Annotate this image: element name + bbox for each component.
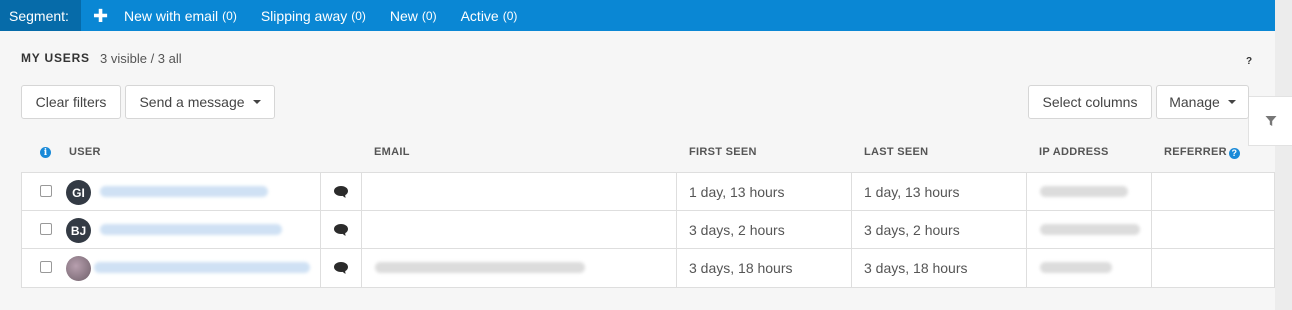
page-title: MY USERS	[21, 51, 90, 65]
column-header-referrer[interactable]: REFERRER?	[1164, 146, 1240, 159]
first-seen-cell: 3 days, 18 hours	[689, 260, 793, 276]
segment-item-label: New	[389, 7, 418, 24]
first-seen-cell: 3 days, 2 hours	[689, 221, 785, 238]
user-name-link-redacted[interactable]	[100, 186, 268, 197]
row-checkbox[interactable]	[40, 185, 52, 197]
column-divider	[1026, 173, 1027, 210]
column-divider	[1151, 173, 1152, 210]
manage-dropdown[interactable]: Manage	[1156, 85, 1249, 119]
table-row[interactable]: 3 days, 18 hours 3 days, 18 hours	[22, 249, 1274, 287]
column-divider	[361, 249, 362, 287]
segment-new[interactable]: New (0)	[390, 8, 437, 24]
segment-new-with-email[interactable]: New with email (0)	[124, 8, 237, 24]
segment-slipping-away[interactable]: Slipping away (0)	[261, 8, 366, 24]
select-columns-label: Select columns	[1042, 94, 1138, 110]
segment-item-count: (0)	[222, 8, 237, 23]
column-divider	[361, 173, 362, 210]
visible-count: 3 visible / 3 all	[100, 51, 182, 66]
email-redacted	[375, 262, 585, 273]
help-icon[interactable]: ?	[1228, 147, 1240, 159]
users-table: GI 1 day, 13 hours 1 day, 13 hours BJ 3 …	[21, 172, 1275, 288]
column-header-first-seen[interactable]: FIRST SEEN	[689, 146, 757, 158]
column-header-last-seen[interactable]: LAST SEEN	[864, 146, 928, 158]
avatar: BJ	[66, 218, 91, 243]
row-checkbox[interactable]	[40, 261, 52, 273]
last-seen-cell: 3 days, 18 hours	[864, 260, 968, 276]
referrer-label: REFERRER	[1164, 146, 1227, 158]
add-segment-plus-icon[interactable]: ✚	[93, 7, 108, 25]
avatar: GI	[66, 180, 91, 205]
column-divider	[1026, 249, 1027, 287]
column-divider	[1151, 211, 1152, 248]
help-icon[interactable]: ?	[1246, 56, 1252, 67]
column-divider	[1151, 249, 1152, 287]
column-divider	[851, 173, 852, 210]
send-message-label: Send a message	[139, 94, 245, 110]
ip-address-redacted	[1040, 262, 1112, 273]
column-divider	[851, 211, 852, 248]
row-checkbox[interactable]	[40, 223, 52, 235]
clear-filters-label: Clear filters	[35, 94, 107, 110]
column-divider	[676, 249, 677, 287]
column-header-ip-address[interactable]: IP ADDRESS	[1039, 146, 1109, 158]
chat-bubble-icon[interactable]	[333, 261, 349, 275]
column-divider	[361, 211, 362, 248]
segment-item-label: Slipping away	[260, 7, 348, 24]
caret-down-icon	[252, 100, 261, 104]
segment-item-count: (0)	[421, 8, 437, 23]
manage-label: Manage	[1169, 94, 1220, 110]
segment-item-count: (0)	[351, 8, 366, 23]
column-divider	[320, 249, 321, 287]
column-divider	[320, 173, 321, 210]
column-header-user[interactable]: USER	[69, 146, 101, 158]
segment-active[interactable]: Active (0)	[461, 8, 518, 24]
column-divider	[320, 211, 321, 248]
ip-address-redacted	[1040, 224, 1140, 235]
scrollbar-track[interactable]	[1275, 0, 1292, 310]
chat-bubble-icon[interactable]	[333, 185, 349, 199]
ip-address-redacted	[1040, 186, 1128, 197]
segment-bar: Segment: ✚ New with email (0) Slipping a…	[0, 0, 1275, 31]
first-seen-cell: 1 day, 13 hours	[689, 183, 785, 200]
last-seen-cell: 1 day, 13 hours	[864, 183, 960, 200]
column-header-email[interactable]: EMAIL	[374, 146, 410, 158]
user-name-link-redacted[interactable]	[100, 224, 282, 235]
chat-bubble-icon[interactable]	[333, 223, 349, 237]
info-icon[interactable]: i	[40, 147, 51, 158]
avatar	[66, 256, 91, 281]
segment-item-label: New with email	[124, 7, 219, 24]
segment-item-count: (0)	[502, 8, 518, 23]
select-columns-button[interactable]: Select columns	[1028, 85, 1152, 119]
caret-down-icon	[1227, 100, 1236, 104]
column-divider	[676, 173, 677, 210]
filter-icon	[1265, 116, 1276, 126]
column-divider	[851, 249, 852, 287]
filter-panel-toggle[interactable]	[1248, 96, 1292, 146]
table-row[interactable]: GI 1 day, 13 hours 1 day, 13 hours	[22, 173, 1274, 211]
last-seen-cell: 3 days, 2 hours	[864, 221, 960, 238]
clear-filters-button[interactable]: Clear filters	[21, 85, 121, 119]
segment-item-label: Active	[460, 7, 499, 24]
table-row[interactable]: BJ 3 days, 2 hours 3 days, 2 hours	[22, 211, 1274, 249]
column-divider	[676, 211, 677, 248]
user-name-link-redacted[interactable]	[94, 262, 310, 273]
send-message-dropdown[interactable]: Send a message	[125, 85, 275, 119]
column-divider	[1026, 211, 1027, 248]
segment-label: Segment:	[0, 0, 81, 31]
